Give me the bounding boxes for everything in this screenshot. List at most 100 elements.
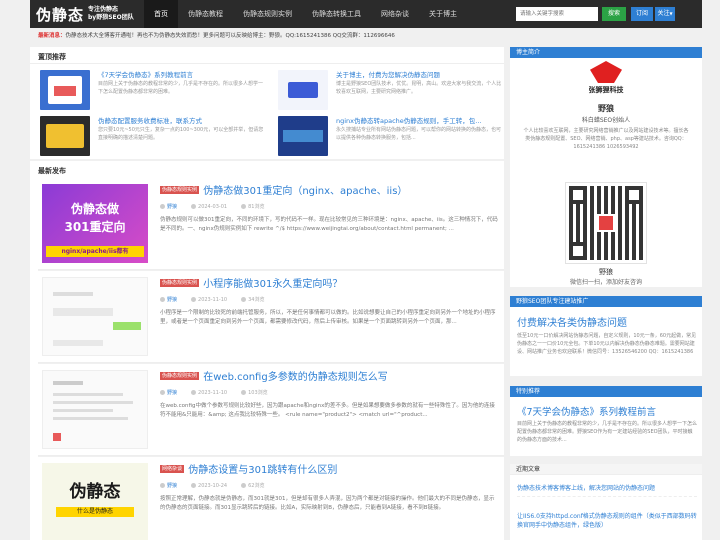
- article-views: 62浏览: [248, 483, 265, 489]
- recent-item[interactable]: 伪静态技术博客博客上线，解决您网站的伪静态问题: [517, 484, 697, 497]
- article-thumb[interactable]: 伪静态做 301重定向 nginx/apache/iis都有: [42, 184, 148, 263]
- follow-label: 关注: [657, 10, 670, 17]
- recent-box: 近期文章 伪静态技术博客博客上线，解决您网站的伪静态问题 让IIS6.0支持ht…: [510, 464, 702, 540]
- follow-button[interactable]: 关注▼: [655, 7, 675, 21]
- promo-desc: 低至10元一口价解决网站伪静态问题，自定义规则，10元一条，60元起做，常见伪静…: [517, 333, 697, 355]
- search-button[interactable]: 搜索: [602, 7, 626, 21]
- featured-title: 特别推荐: [510, 386, 702, 397]
- sticky-item[interactable]: nginx伪静态转apache伪静态规则，手工转，包... 永久搜捕站专业所有网…: [278, 116, 503, 162]
- clock-icon: [191, 482, 197, 488]
- article-meta: 野狼 2023-10-24 62浏览: [160, 482, 498, 489]
- article-title[interactable]: 小程序能做301永久重定向吗？: [203, 279, 342, 290]
- nav-about[interactable]: 关于博主: [419, 0, 467, 28]
- clock-icon: [191, 389, 197, 395]
- notice-text: 伪静态技术大全博客开通啦！再也不为伪静态失效而愁！更多问题可以反映给博主：野狼。…: [65, 33, 395, 39]
- article-thumb[interactable]: [42, 370, 148, 449]
- article-thumb[interactable]: [42, 277, 148, 356]
- article-title[interactable]: 伪静态设置与301跳转有什么区别: [188, 465, 337, 476]
- sticky-item[interactable]: 《7天学会伪静态》系列教程前言 目前网上关于伪静态的教程非常的少，几乎是不存在的…: [40, 70, 265, 116]
- article-excerpt: 在web.config中做个参数写规则比较好些，因为跟apache和nginx的…: [160, 403, 495, 418]
- clock-icon: [191, 203, 197, 209]
- sticky-text: 伪静态配置服务收费标准，联系方式 您只要10元~50元只生，复杂一点的100~3…: [98, 116, 265, 150]
- price-tag-icon: [46, 124, 84, 148]
- search-input[interactable]: [516, 7, 598, 21]
- book-label-icon: [54, 86, 76, 96]
- article-excerpt: 伪静态规则可以做301重定向，不同的环境下，写的代码不一样。现在比较常见的三种环…: [160, 217, 498, 232]
- sticky-item-title[interactable]: 《7天学会伪静态》系列教程前言: [98, 70, 265, 80]
- category-tag[interactable]: 伪静态规则实例: [160, 185, 200, 194]
- sticky-item-desc: 博主是野狼SEO团队技术，优优。昆明，高山。欢迎大家与我交流，个人比较喜欢互联网…: [336, 81, 502, 95]
- author-link[interactable]: 野狼: [167, 390, 177, 396]
- article-title[interactable]: 伪静态做301重定向（nginx、apache、iis）: [203, 186, 407, 197]
- chat-bubble-icon: [53, 340, 103, 346]
- article-thumb[interactable]: 伪静态 什么是伪静态: [42, 463, 148, 540]
- site-header: 伪静态 专注伪静态 by野狼SEO团队 首页 伪静态教程 伪静态规则实例 伪静态…: [0, 0, 720, 28]
- code-line-icon: [53, 401, 133, 404]
- sticky-item-desc: 您只要10元~50元只生，复杂一点的100~300元，可以全部并举，但请您直接明…: [98, 127, 264, 141]
- clock-icon: [191, 296, 197, 302]
- article-date: 2024-03-01: [198, 203, 228, 210]
- article-card: 伪静态规则实例 在web.config多参数的伪静态规则怎么写 野狼 2023-…: [38, 364, 504, 456]
- divider: [30, 63, 504, 64]
- nav-rule-examples[interactable]: 伪静态规则实例: [233, 0, 302, 28]
- logo-sub-line-2: by野狼SEO团队: [88, 14, 134, 21]
- sticky-thumb-2: [278, 70, 328, 110]
- user-icon: [160, 390, 165, 395]
- sticky-item-desc: 目前网上关于伪静态的教程非常的少，几乎是不存在的。所以很多人想学一下怎么配置伪静…: [98, 81, 264, 95]
- category-tag[interactable]: 网络杂谈: [160, 464, 185, 473]
- nav-convert-tool[interactable]: 伪静态转换工具: [302, 0, 371, 28]
- code-line-icon: [53, 417, 128, 420]
- nav-tutorials[interactable]: 伪静态教程: [178, 0, 233, 28]
- sticky-item-title[interactable]: nginx伪静态转apache伪静态规则，手工转，包...: [336, 116, 503, 126]
- logo-main-text: 伪静态: [36, 5, 85, 24]
- author-link[interactable]: 野狼: [167, 204, 177, 210]
- qr-code[interactable]: [565, 182, 647, 264]
- code-line-icon: [53, 409, 113, 412]
- promo-heading[interactable]: 付费解决各类伪静态问题: [517, 314, 697, 329]
- sticky-thumb-4: [278, 116, 328, 156]
- sticky-item[interactable]: 关于博主，付费为您解决伪静态问题 博主是野狼SEO团队技术，优优。昆明，高山。欢…: [278, 70, 503, 116]
- article-meta: 野狼 2023-11-10 103浏览: [160, 389, 498, 396]
- qr-center-logo-icon: [597, 214, 615, 232]
- author-link[interactable]: 野狼: [167, 483, 177, 489]
- featured-desc: 目前网上关于伪静态的教程非常的少，几乎是不存在的。所以很多人想学一下怎么配置伪静…: [517, 421, 697, 443]
- latest-title: 最新发布: [38, 167, 66, 175]
- logo-sub-text: 专注伪静态 by野狼SEO团队: [88, 6, 134, 22]
- sticky-item-title[interactable]: 关于博主，付费为您解决伪静态问题: [336, 70, 503, 80]
- article-card: 伪静态规则实例 小程序能做301永久重定向吗？ 野狼 2023-11-10 34…: [38, 271, 504, 363]
- article-meta: 野狼 2024-03-01 81浏览: [160, 203, 498, 210]
- user-icon: [160, 204, 165, 209]
- sticky-item-desc: 永久搜捕站专业所有网站伪静态问题，可以帮你的网站转换的伪静态，也可以提供各种伪静…: [336, 127, 502, 141]
- sticky-item[interactable]: 伪静态配置服务收费标准，联系方式 您只要10元~50元只生，复杂一点的100~3…: [40, 116, 265, 162]
- category-tag[interactable]: 伪静态规则实例: [160, 278, 200, 287]
- thumb-title: 伪静态: [69, 482, 121, 502]
- article-date: 2023-11-10: [198, 296, 228, 303]
- promo-title: 野狼SEO团队专注建站推广: [510, 296, 702, 307]
- eye-icon: [241, 204, 247, 209]
- featured-heading[interactable]: 《7天学会伪静态》系列教程前言: [517, 404, 697, 418]
- author-name: 野狼: [598, 104, 614, 113]
- nav-home[interactable]: 首页: [144, 0, 178, 28]
- convert-banner-icon: [283, 130, 323, 142]
- eye-icon: [241, 390, 247, 395]
- author-link[interactable]: 野狼: [167, 297, 177, 303]
- eye-icon: [241, 297, 247, 302]
- featured-box: 特别推荐 《7天学会伪静态》系列教程前言 目前网上关于伪静态的教程非常的少，几乎…: [510, 386, 702, 456]
- article-title[interactable]: 在web.config多参数的伪静态规则怎么写: [203, 372, 387, 383]
- sticky-thumb-1: [40, 70, 90, 110]
- latest-gutter: [30, 178, 38, 540]
- subscribe-button[interactable]: 订阅: [631, 7, 653, 21]
- author-role: 科白蜡SEO创始人: [581, 117, 631, 124]
- thumb-title: 伪静态做: [70, 202, 119, 216]
- article-card: 伪静态 什么是伪静态 网络杂谈 伪静态设置与301跳转有什么区别 野狼 2023…: [38, 457, 504, 540]
- recent-item[interactable]: 让IIS6.0支持httpd.conf格式伪静态规则的组件（类似于西部数码转换官…: [517, 512, 697, 530]
- notice-bar: 最新消息：伪静态技术大全博客开通啦！再也不为伪静态失效而愁！更多问题可以反映给博…: [38, 31, 702, 41]
- qr-finder-icon: [569, 242, 587, 260]
- main-nav: 首页 伪静态教程 伪静态规则实例 伪静态转换工具 网络杂谈 关于博主: [144, 0, 467, 28]
- category-tag[interactable]: 伪静态规则实例: [160, 371, 200, 380]
- sticky-item-title[interactable]: 伪静态配置服务收费标准，联系方式: [98, 116, 265, 126]
- nav-misc[interactable]: 网络杂谈: [371, 0, 419, 28]
- sticky-text: 关于博主，付费为您解决伪静态问题 博主是野狼SEO团队技术，优优。昆明，高山。欢…: [336, 70, 503, 104]
- site-logo[interactable]: 伪静态 专注伪静态 by野狼SEO团队: [36, 4, 134, 24]
- article-excerpt: 按照正常理解，伪静态就是伪静态，而301就是301，但是却有很多人弄混，因为两个…: [160, 496, 495, 511]
